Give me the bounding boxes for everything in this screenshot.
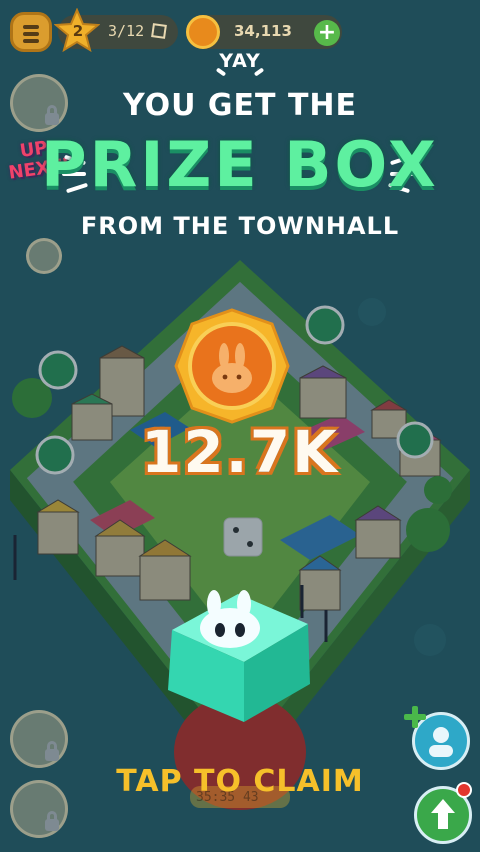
headline-line2: FROM THE TOWNHALL bbox=[80, 212, 400, 240]
lock-icon bbox=[45, 741, 59, 761]
player-level: 2 bbox=[72, 22, 84, 40]
reward-amount: 12.7K bbox=[140, 418, 340, 486]
coin-balance: 34,113 bbox=[234, 22, 292, 40]
wifi-button-locked[interactable] bbox=[10, 710, 68, 768]
prize-box[interactable] bbox=[160, 572, 320, 732]
coin-icon bbox=[186, 15, 220, 49]
menu-button[interactable] bbox=[10, 12, 52, 52]
quest-progress: 3/12 bbox=[108, 22, 145, 40]
headline-line1: YOU GET THE bbox=[122, 88, 358, 123]
lock-icon bbox=[45, 811, 59, 831]
cube-icon bbox=[151, 23, 167, 39]
tap-to-claim-button[interactable]: TAP TO CLAIM bbox=[0, 764, 480, 799]
add-coins-button[interactable]: + bbox=[314, 20, 340, 46]
event-button[interactable] bbox=[26, 238, 62, 274]
coin-icon bbox=[174, 308, 290, 424]
prize-title: PRIZE BOX bbox=[41, 128, 439, 201]
plus-icon bbox=[404, 706, 426, 728]
yay-text: YAY bbox=[219, 50, 261, 72]
